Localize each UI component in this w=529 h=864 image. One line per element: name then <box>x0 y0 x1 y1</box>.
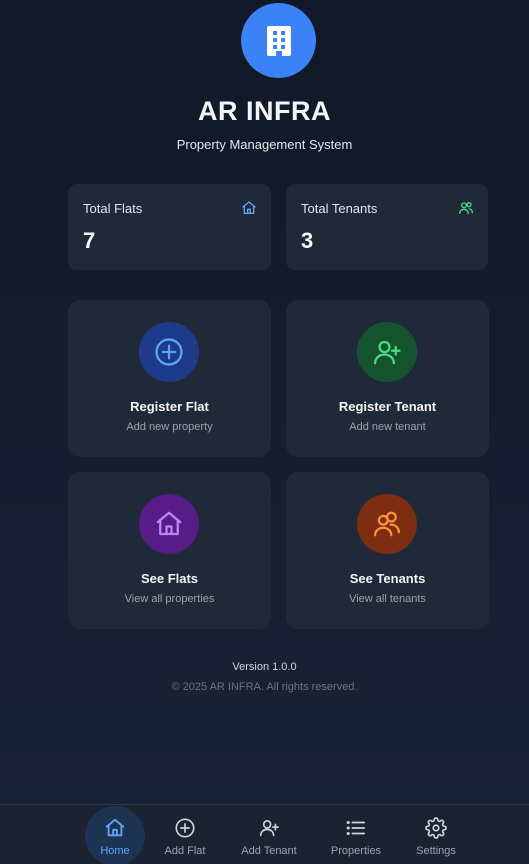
user-plus-icon <box>259 820 279 837</box>
nav-item-add-tenant[interactable]: Add Tenant <box>234 805 304 864</box>
nav-item-properties[interactable]: Properties <box>321 805 391 864</box>
stat-label: Total Flats <box>83 201 143 216</box>
home-icon <box>105 818 125 837</box>
bottom-nav: Home Add Flat Add Tenant Properties Sett… <box>0 804 529 864</box>
card-title: See Tenants <box>349 571 426 586</box>
card-subtitle: Add new property <box>126 421 213 433</box>
nav-item-home[interactable]: Home <box>80 805 150 864</box>
stat-card-total-flats: Total Flats 7 <box>68 184 271 270</box>
nav-label: Settings <box>416 845 456 857</box>
see-flats-card[interactable]: See Flats View all properties <box>68 472 271 629</box>
nav-label: Home <box>100 845 130 857</box>
see-flats-icon-circle <box>139 494 199 554</box>
user-plus-icon <box>374 340 401 365</box>
users-icon <box>374 511 400 537</box>
card-subtitle: View all properties <box>124 593 215 605</box>
card-subtitle: View all tenants <box>349 593 426 605</box>
register-tenant-card[interactable]: Register Tenant Add new tenant <box>286 300 489 457</box>
card-title: Register Flat <box>130 399 209 414</box>
card-subtitle: Add new tenant <box>349 421 426 433</box>
building-icon <box>266 25 291 56</box>
see-tenants-card[interactable]: See Tenants View all tenants <box>286 472 489 629</box>
nav-label: Properties <box>330 845 382 857</box>
plus-circle-icon <box>155 338 183 366</box>
app-title: AR INFRA <box>198 96 331 126</box>
nav-label: Add Tenant <box>241 845 297 857</box>
nav-label: Add Flat <box>164 845 206 857</box>
stat-card-total-tenants: Total Tenants 3 <box>286 184 488 270</box>
stat-value: 3 <box>301 228 314 253</box>
app-subtitle: Property Management System <box>176 137 353 152</box>
home-icon <box>156 511 182 536</box>
nav-item-settings[interactable]: Settings <box>401 805 471 864</box>
register-tenant-icon-circle <box>357 322 417 382</box>
stat-value: 7 <box>83 228 96 253</box>
list-icon <box>346 820 366 836</box>
register-flat-icon-circle <box>139 322 199 382</box>
home-icon <box>242 201 256 214</box>
app-logo <box>241 3 316 78</box>
register-flat-card[interactable]: Register Flat Add new property <box>68 300 271 457</box>
nav-item-add-flat[interactable]: Add Flat <box>150 805 220 864</box>
stat-label: Total Tenants <box>301 201 378 216</box>
gear-icon <box>425 817 447 839</box>
users-icon <box>459 202 473 214</box>
card-title: Register Tenant <box>338 399 437 414</box>
plus-circle-icon <box>175 818 195 838</box>
see-tenants-icon-circle <box>357 494 417 554</box>
card-title: See Flats <box>140 571 199 586</box>
version-text: Version 1.0.0 <box>232 661 297 673</box>
copyright-text: © 2025 AR INFRA. All rights reserved. <box>171 681 358 693</box>
